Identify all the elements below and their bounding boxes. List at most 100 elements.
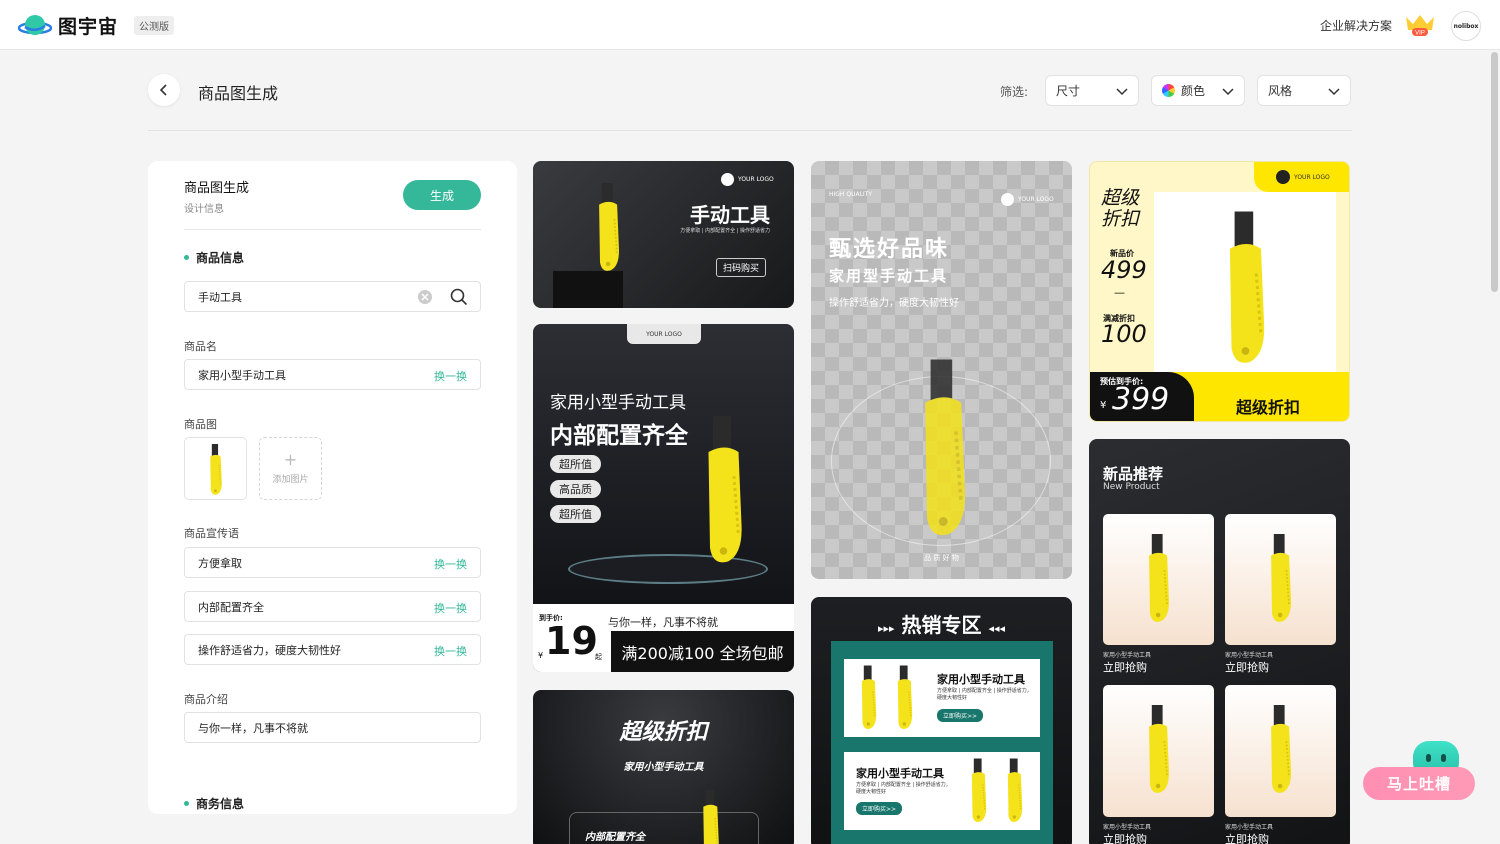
- card-description: 操作舒适省力，硬度大韧性好: [829, 298, 959, 309]
- card-footer: 品 质 好 物: [924, 554, 959, 562]
- utility-knife-image: [209, 444, 223, 496]
- feature-pill: 超所值: [550, 455, 601, 473]
- template-card-dark-banner[interactable]: YOUR LOGO 手动工具 方便拿取 | 内部配置齐全 | 操作舒适省力 扫码…: [533, 161, 794, 308]
- slogan-tag: 与你一样，凡事不将就: [603, 612, 751, 631]
- tile-action: 立即抢购: [1225, 661, 1269, 674]
- filter-label: 筛选:: [1000, 85, 1029, 99]
- item-title: 家用小型手动工具: [937, 673, 1025, 686]
- add-image-button[interactable]: + 添加图片: [259, 437, 322, 500]
- product-tile: [1103, 514, 1214, 645]
- add-image-label: 添加图片: [272, 475, 309, 485]
- slogan-field-3[interactable]: 操作舒适省力，硬度大韧性好 换一换: [184, 634, 481, 665]
- product-image-label: 商品图: [184, 418, 217, 431]
- size-select-label: 尺寸: [1056, 84, 1081, 98]
- arrows-right-icon: ▸▸▸: [877, 622, 895, 635]
- logo-text: 图宇宙: [58, 16, 119, 38]
- logo[interactable]: 图宇宙 公测版: [18, 12, 175, 39]
- buy-now-button: 立即购买>>: [937, 709, 984, 722]
- tile-action: 立即抢购: [1225, 833, 1269, 844]
- tile-name: 家用小型手动工具: [1225, 652, 1274, 659]
- vip-crown-icon[interactable]: VIP: [1404, 13, 1436, 37]
- slogan-field-2[interactable]: 内部配置齐全 换一换: [184, 591, 481, 622]
- tile-name: 家用小型手动工具: [1103, 824, 1152, 831]
- product-image-thumbnail[interactable]: [184, 437, 247, 500]
- utility-knife-image: [909, 357, 981, 542]
- panel-subtitle: 设计信息: [184, 204, 224, 215]
- price-dash: —: [1114, 286, 1125, 299]
- style-select[interactable]: 风格: [1257, 75, 1351, 106]
- clear-icon[interactable]: [417, 289, 433, 305]
- feedback-button[interactable]: 马上吐槽: [1363, 741, 1475, 801]
- product-item-card: 家用小型手动工具 方便拿取 | 内部配置齐全 | 操作舒适省力，硬度大韧性好 立…: [844, 659, 1040, 737]
- swap-button[interactable]: 换一换: [434, 556, 467, 572]
- swap-button[interactable]: 换一换: [434, 643, 467, 659]
- design-info-panel: 商品图生成 设计信息 生成 商品信息 手动工具 商品名 家用小型手动工具 换一换…: [148, 161, 517, 814]
- search-input[interactable]: 手动工具: [184, 281, 481, 312]
- card-headline-1: 家用小型手动工具: [550, 393, 686, 413]
- slogan-field-1[interactable]: 方便拿取 换一换: [184, 547, 481, 578]
- utility-knife-image: [1141, 524, 1177, 634]
- intro-field[interactable]: 与你一样，凡事不将就: [184, 712, 481, 743]
- swap-button[interactable]: 换一换: [434, 368, 467, 384]
- product-item-card: 家用小型手动工具 方便拿取 | 内部配置齐全 | 操作舒适省力，硬度大韧性好 立…: [844, 752, 1040, 830]
- card-subtitle: New Product: [1103, 482, 1160, 492]
- product-info-heading-text: 商品信息: [196, 251, 245, 265]
- tile-action: 立即抢购: [1103, 833, 1147, 844]
- template-card-super-discount-dark[interactable]: 超级折扣 家用小型手动工具 内部配置齐全: [533, 690, 794, 844]
- podium-shape: [553, 271, 623, 308]
- currency-symbol: ¥: [1100, 400, 1107, 411]
- template-card-yellow-discount[interactable]: YOUR LOGO 超级折扣 新品价 499 — 满减折扣 100 预估到手价:…: [1089, 161, 1350, 422]
- feedback-label: 马上吐槽: [1363, 767, 1475, 800]
- template-card-dark-product[interactable]: YOUR LOGO 家用小型手动工具 内部配置齐全 超所值 高品质 超所值 到手…: [533, 324, 794, 672]
- card-headline: 超级折扣: [1101, 187, 1140, 230]
- price-suffix: 起: [595, 653, 602, 661]
- intro-label: 商品介绍: [184, 693, 228, 706]
- utility-knife-image: [966, 756, 992, 826]
- template-card-transparent[interactable]: HIGH QUALITY YOUR LOGO 甄选好品味 家用型手动工具 操作舒…: [811, 161, 1072, 579]
- generate-button[interactable]: 生成: [403, 180, 481, 210]
- beta-badge: 公测版: [134, 16, 175, 35]
- tile-name: 家用小型手动工具: [1103, 652, 1152, 659]
- utility-knife-image: [1141, 695, 1177, 805]
- search-icon[interactable]: [450, 288, 468, 306]
- item-title: 家用小型手动工具: [856, 767, 944, 780]
- tile-name: 家用小型手动工具: [1225, 824, 1274, 831]
- scan-buy-button: 扫码购买: [716, 258, 767, 277]
- item-description: 方便拿取 | 内部配置齐全 | 操作舒适省力，硬度大韧性好: [856, 782, 951, 795]
- logo-circle-icon: [721, 173, 734, 186]
- back-button[interactable]: [148, 74, 180, 106]
- template-card-hot-sale[interactable]: ▸▸▸ 热销专区 ◂◂◂ 家用小型手动工具 方便拿取 | 内部配置齐全 | 操作…: [811, 597, 1072, 844]
- promo-banner: 满200减100 全场包邮: [611, 631, 794, 672]
- utility-knife-image: [1263, 695, 1299, 805]
- panel-title: 商品图生成: [184, 181, 250, 196]
- card-subtitle: 方便拿取 | 内部配置齐全 | 操作舒适省力: [680, 228, 770, 234]
- feature-pill: 超所值: [550, 505, 601, 523]
- planet-logo-icon: [18, 14, 52, 35]
- page-scrollbar[interactable]: [1491, 52, 1498, 292]
- card-tag: 内部配置齐全: [585, 832, 645, 843]
- template-card-new-products[interactable]: 新品推荐 New Product 家用小型手动工具 立即抢购 家用小型手动工具 …: [1089, 439, 1350, 844]
- utility-knife-image: [697, 790, 725, 844]
- color-select-label: 颜色: [1181, 84, 1206, 98]
- user-avatar[interactable]: nolibox: [1451, 11, 1481, 41]
- arrows-left-icon: ◂◂◂: [988, 622, 1006, 635]
- swap-button[interactable]: 换一换: [434, 600, 467, 616]
- style-select-label: 风格: [1268, 84, 1293, 98]
- utility-knife-image: [1002, 756, 1028, 826]
- product-tile: [1103, 685, 1214, 817]
- item-description: 方便拿取 | 内部配置齐全 | 操作舒适省力，硬度大韧性好: [937, 688, 1032, 701]
- size-select[interactable]: 尺寸: [1045, 75, 1139, 106]
- final-price-value: 399: [1112, 382, 1170, 417]
- discount-value: 100: [1101, 320, 1147, 348]
- utility-knife-image: [1216, 200, 1278, 378]
- product-name-field[interactable]: 家用小型手动工具 换一换: [184, 359, 481, 390]
- quality-tag: HIGH QUALITY: [829, 191, 873, 198]
- card-title: 新品推荐: [1103, 465, 1164, 483]
- product-name-value: 家用小型手动工具: [198, 368, 286, 382]
- enterprise-solutions-link[interactable]: 企业解决方案: [1320, 17, 1392, 34]
- plus-icon: +: [283, 450, 298, 469]
- color-select[interactable]: 颜色: [1151, 75, 1245, 106]
- utility-knife-image: [591, 183, 627, 273]
- bullet-dot: [184, 801, 189, 806]
- new-price-value: 499: [1101, 256, 1147, 284]
